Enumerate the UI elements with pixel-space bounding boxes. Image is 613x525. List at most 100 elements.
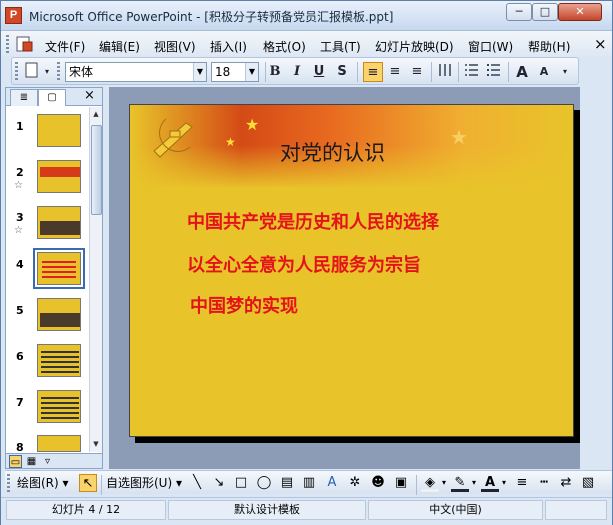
slide-thumbnail-6[interactable] (37, 344, 81, 377)
increase-font-button[interactable]: A (512, 62, 532, 82)
menu-edit[interactable]: 编辑(E) (99, 38, 140, 55)
bullet-list-icon[interactable] (484, 62, 504, 82)
slide-title[interactable]: 对党的认识 (280, 137, 385, 167)
slide-thumbnail-8[interactable] (37, 435, 81, 452)
font-color-icon[interactable]: A (481, 474, 499, 492)
underline-button[interactable]: U (309, 62, 329, 82)
bullet-text-2[interactable]: 以全心全意为人民服务为宗旨 (187, 251, 421, 277)
powerpoint-icon[interactable]: P (5, 7, 22, 24)
clipart-icon[interactable]: ☻ (369, 474, 387, 492)
picture-icon[interactable]: ▣ (392, 474, 410, 492)
window-title: Microsoft Office PowerPoint - [积极分子转预备党员… (29, 10, 394, 24)
chevron-down-icon[interactable]: ▾ (439, 474, 449, 492)
font-name-value: 宋体 (69, 65, 94, 79)
draw-menu-button[interactable]: 绘图(R) ▾ (17, 473, 69, 493)
drawbar-grip[interactable] (7, 474, 10, 492)
bullet-text-1[interactable]: 中国共产党是历史和人民的选择 (187, 208, 439, 234)
line-style-icon[interactable]: ≡ (513, 474, 531, 492)
toolbar-grip-2[interactable] (57, 62, 60, 80)
toolbar-grip[interactable] (15, 62, 18, 80)
select-pointer-icon[interactable]: ↖ (79, 474, 97, 492)
fill-color-icon[interactable]: ◈ (421, 474, 439, 492)
slide-thumbnail-5[interactable] (37, 298, 81, 331)
slideshow-view-icon[interactable]: ▿ (41, 455, 54, 468)
menu-slideshow[interactable]: 幻灯片放映(D) (375, 38, 454, 55)
align-center-button[interactable]: ≡ (385, 62, 405, 82)
menu-view[interactable]: 视图(V) (154, 38, 196, 55)
toolbar-options-icon[interactable]: ▾ (558, 62, 572, 82)
status-empty (545, 500, 607, 520)
diagram-icon[interactable]: ✲ (346, 474, 364, 492)
thumb-content (40, 167, 80, 177)
vertical-textbox-icon[interactable]: ▥ (300, 474, 318, 492)
numbered-list-icon[interactable] (462, 62, 482, 82)
slide-sorter-icon[interactable]: ▦ (25, 455, 38, 468)
thumb-content (40, 313, 80, 327)
font-name-select[interactable]: 宋体 ▼ (65, 62, 207, 82)
star-icon: ★ (225, 135, 236, 149)
italic-button[interactable]: I (287, 62, 307, 82)
vertical-text-icon[interactable] (435, 62, 455, 82)
oval-icon[interactable]: ◯ (255, 474, 273, 492)
line-color-icon[interactable]: ✎ (451, 474, 469, 492)
new-document-icon[interactable] (22, 62, 42, 82)
slide-thumbnail-2[interactable] (37, 160, 81, 193)
document-menu-icon[interactable] (15, 36, 33, 53)
menu-window[interactable]: 窗口(W) (468, 38, 513, 55)
menu-tools[interactable]: 工具(T) (320, 38, 361, 55)
maximize-button[interactable]: □ (532, 3, 558, 21)
party-emblem-icon (153, 118, 193, 158)
decrease-font-button[interactable]: A (534, 62, 554, 82)
chevron-down-icon[interactable]: ▼ (245, 63, 258, 81)
slide-counter: 幻灯片 4 / 12 (6, 500, 166, 520)
thumb-content (42, 261, 76, 279)
slide-thumbnail-1[interactable] (37, 114, 81, 147)
chevron-down-icon[interactable]: ▼ (193, 63, 206, 81)
menubar-grip[interactable] (6, 35, 9, 53)
chevron-down-icon[interactable]: ▾ (499, 474, 509, 492)
toolbar-separator (101, 475, 102, 495)
menu-insert[interactable]: 插入(I) (210, 38, 247, 55)
bold-button[interactable]: B (265, 62, 285, 82)
slide-thumbnail-7[interactable] (37, 390, 81, 423)
slide-thumbnail-3[interactable] (37, 206, 81, 239)
chevron-down-icon[interactable]: ▾ (469, 474, 479, 492)
menu-help[interactable]: 帮助(H) (528, 38, 570, 55)
close-document-icon[interactable]: × (594, 35, 607, 53)
arrow-style-icon[interactable]: ⇄ (557, 474, 575, 492)
close-button[interactable]: ✕ (558, 3, 602, 21)
dash-style-icon[interactable]: ┅ (535, 474, 553, 492)
title-bar: P Microsoft Office PowerPoint - [积极分子转预备… (1, 1, 612, 31)
slide-number: 4 (16, 258, 24, 271)
menu-file[interactable]: 文件(F) (45, 38, 85, 55)
minimize-button[interactable]: ─ (506, 3, 532, 21)
shadow-style-icon[interactable]: ▧ (579, 474, 597, 492)
scroll-up-icon[interactable]: ▲ (90, 107, 102, 121)
status-bar: 幻灯片 4 / 12 默认设计模板 中文(中国) (1, 497, 612, 525)
normal-view-icon[interactable]: ▭ (9, 455, 22, 468)
align-left-button[interactable]: ≡ (363, 62, 383, 82)
bullet-text-3[interactable]: 中国梦的实现 (190, 292, 298, 318)
close-panel-icon[interactable]: × (84, 88, 95, 103)
align-right-button[interactable]: ≡ (407, 62, 427, 82)
thumb-content (40, 221, 80, 235)
font-size-select[interactable]: 18 ▼ (211, 62, 259, 82)
arrow-icon[interactable]: ↘ (210, 474, 228, 492)
current-slide[interactable]: ★ ★ ★ 对党的认识 中国共产党是历史和人民的选择 以全心全意为人民服务为宗旨… (129, 104, 574, 437)
rectangle-icon[interactable]: □ (232, 474, 250, 492)
panel-scrollbar[interactable]: ▲ ▼ (89, 107, 102, 452)
autoshapes-button[interactable]: 自选图形(U) ▾ (106, 473, 182, 493)
slide-thumbnail-4[interactable] (33, 248, 85, 289)
textbox-icon[interactable]: ▤ (278, 474, 296, 492)
toolbar-separator (508, 62, 509, 82)
shadow-button[interactable]: S (332, 62, 352, 82)
wordart-icon[interactable]: A (323, 474, 341, 492)
new-dropdown-icon[interactable]: ▾ (42, 62, 52, 82)
line-icon[interactable]: ╲ (188, 474, 206, 492)
scroll-down-icon[interactable]: ▼ (90, 437, 102, 451)
scroll-thumb[interactable] (91, 125, 102, 215)
toolbar-separator (458, 62, 459, 82)
menu-format[interactable]: 格式(O) (263, 38, 306, 55)
slides-tab[interactable]: ▢ (38, 89, 66, 106)
outline-tab[interactable]: ≣ (10, 89, 38, 106)
